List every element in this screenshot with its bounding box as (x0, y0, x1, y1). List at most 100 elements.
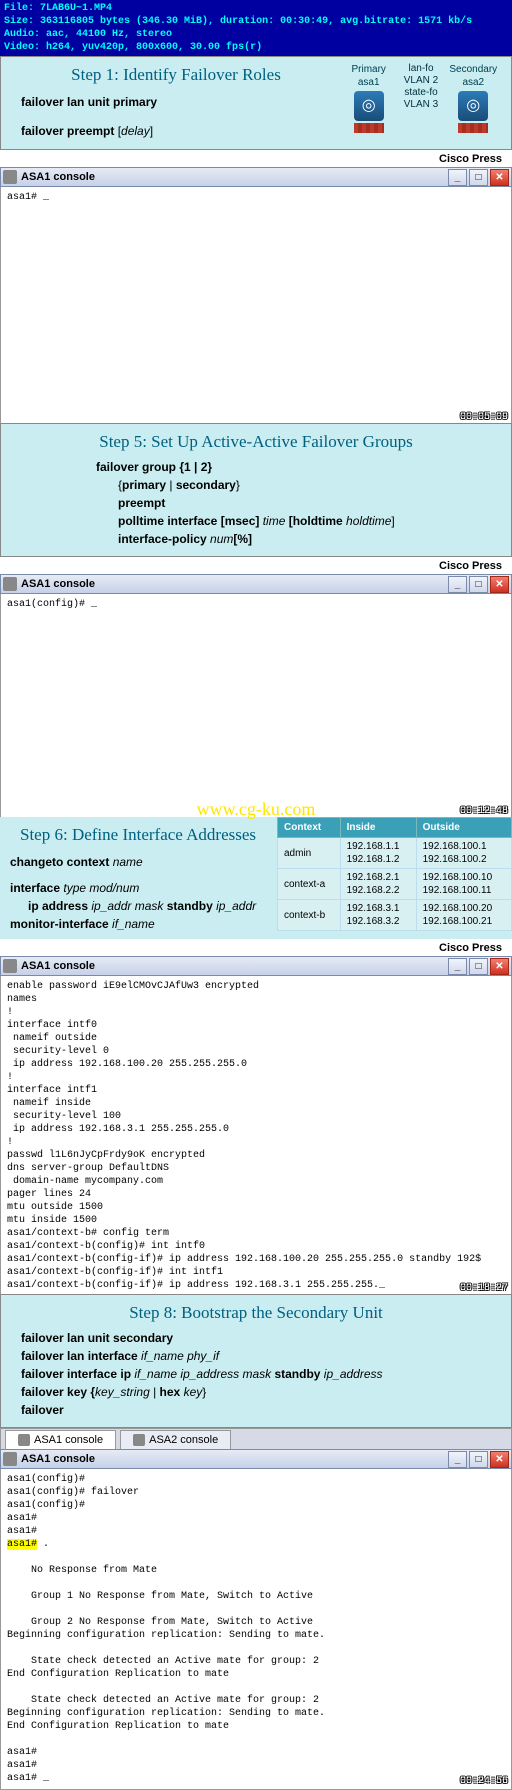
cisco-press-label: Cisco Press (0, 150, 512, 167)
primary-device: Primary asa1 ◎ (341, 63, 396, 135)
cell: context-b (278, 900, 341, 931)
asa1-icon: ◎ (354, 91, 384, 121)
cell: 192.168.2.1 192.168.2.2 (340, 869, 416, 900)
arg-time: time (259, 514, 288, 528)
cell: context-a (278, 869, 341, 900)
lanfo-label: lan-fo (399, 63, 443, 75)
cmd-failover-interface-ip: failover interface ip (21, 1367, 131, 1381)
step5-slide: Step 5: Set Up Active-Active Failover Gr… (0, 423, 512, 557)
tab-asa2-console[interactable]: ASA2 console (120, 1430, 231, 1449)
vlan-labels: lan-fo VLAN 2 state-fo VLAN 3 (399, 63, 443, 111)
minimize-button[interactable]: _ (448, 576, 467, 593)
cmd-standby: standby (271, 1367, 320, 1381)
console3-titlebar[interactable]: ASA1 console _ □ ✕ (0, 956, 512, 976)
arg-delay: delay (121, 124, 150, 138)
cmd-changeto: changeto context (10, 855, 109, 869)
console2-body[interactable]: asa1(config)# _ (0, 594, 512, 823)
audio-value: aac, 44100 Hz, stereo (46, 29, 172, 40)
console4-part-a: asa1(config)# asa1(config)# failover asa… (7, 1474, 139, 1537)
cell: 192.168.100.10 192.168.100.11 (416, 869, 511, 900)
console2-titlebar[interactable]: ASA1 console _ □ ✕ (0, 574, 512, 594)
arg-ifname-phyif: if_name phy_if (138, 1349, 219, 1363)
size-label: Size: (4, 16, 34, 27)
cell: admin (278, 838, 341, 869)
console1-titlebar[interactable]: ASA1 console _ □ ✕ (0, 167, 512, 187)
arg-ipaddr2: ip_addr (213, 899, 256, 913)
console3-title: ASA1 console (21, 960, 446, 972)
step8-slide: Step 8: Bootstrap the Secondary Unit fai… (0, 1294, 512, 1428)
cmd-failover-group: failover group {1 | 2} (96, 460, 212, 474)
console4-title: ASA1 console (21, 1453, 446, 1465)
tab-asa1-console[interactable]: ASA1 console (5, 1430, 116, 1449)
window-icon (3, 170, 17, 184)
maximize-button[interactable]: □ (469, 576, 488, 593)
bracket: ] (150, 124, 153, 138)
arg-key: key (180, 1385, 202, 1399)
minimize-button[interactable]: _ (448, 1451, 467, 1468)
cell: 192.168.100.20 192.168.100.21 (416, 900, 511, 931)
arg-ip2: ip_address (320, 1367, 382, 1381)
close-button[interactable]: ✕ (490, 958, 509, 975)
console1-title: ASA1 console (21, 171, 446, 183)
arg-name: name (109, 855, 142, 869)
maximize-button[interactable]: □ (469, 1451, 488, 1468)
cmd-holdtime: [holdtime (289, 514, 343, 528)
asa1-label: asa1 (341, 76, 396, 89)
vlan3-label: VLAN 3 (399, 99, 443, 111)
pct: [%] (233, 532, 252, 546)
file-value: 7LAB6U~1.MP4 (40, 3, 112, 14)
cmd-monitor-interface: monitor-interface (10, 917, 109, 931)
close-button[interactable]: ✕ (490, 169, 509, 186)
brace: } (202, 1385, 206, 1399)
table-row: admin192.168.1.1 192.168.1.2192.168.100.… (278, 838, 512, 869)
tab-icon (18, 1434, 30, 1446)
video-value: h264, yuv420p, 800x600, 30.00 fps(r) (46, 42, 262, 53)
table-row: context-a192.168.2.1 192.168.2.2192.168.… (278, 869, 512, 900)
cisco-press-label: Cisco Press (0, 557, 512, 574)
tab-label: ASA1 console (34, 1434, 103, 1446)
th-outside: Outside (416, 818, 511, 838)
console4-part-b: . No Response from Mate Group 1 No Respo… (7, 1539, 325, 1784)
console-tabbar: ASA1 console ASA2 console (0, 1428, 512, 1449)
cmd-standby: standby (163, 899, 212, 913)
audio-label: Audio: (4, 29, 40, 40)
minimize-button[interactable]: _ (448, 958, 467, 975)
cmd-primary: primary (122, 478, 169, 492)
cmd-failover-lan-unit: failover lan unit secondary (21, 1331, 173, 1345)
cell: 192.168.100.1 192.168.100.2 (416, 838, 511, 869)
close-button[interactable]: ✕ (490, 1451, 509, 1468)
console2-title: ASA1 console (21, 578, 446, 590)
arg-num: num (207, 532, 234, 546)
arg-holdtime: holdtime (343, 514, 392, 528)
console4-titlebar[interactable]: ASA1 console _ □ ✕ (0, 1449, 512, 1469)
secondary-label: Secondary (446, 63, 501, 76)
cisco-press-label: Cisco Press (0, 939, 512, 956)
maximize-button[interactable]: □ (469, 169, 488, 186)
window-icon (3, 1452, 17, 1466)
minimize-button[interactable]: _ (448, 169, 467, 186)
step5-title: Step 5: Set Up Active-Active Failover Gr… (11, 432, 501, 452)
step8-title: Step 8: Bootstrap the Secondary Unit (11, 1303, 501, 1323)
failover-diagram: Primary asa1 ◎ lan-fo VLAN 2 state-fo VL… (341, 63, 501, 135)
arg-ip: if_name ip_address mask (131, 1367, 271, 1381)
console3-body[interactable]: enable password iE9elCMOvCJAfUw3 encrypt… (0, 976, 512, 1297)
cell: 192.168.3.1 192.168.3.2 (340, 900, 416, 931)
step6-slide: Step 6: Define Interface Addresses chang… (0, 817, 512, 939)
console4-body[interactable]: asa1(config)# asa1(config)# failover asa… (0, 1469, 512, 1790)
secondary-device: Secondary asa2 ◎ (446, 63, 501, 135)
maximize-button[interactable]: □ (469, 958, 488, 975)
th-inside: Inside (340, 818, 416, 838)
asa2-label: asa2 (446, 76, 501, 89)
sep: | (150, 1385, 160, 1399)
th-context: Context (278, 818, 341, 838)
tab-icon (133, 1434, 145, 1446)
console1-body[interactable]: asa1# _ (0, 187, 512, 426)
statefo-label: state-fo (399, 87, 443, 99)
close-button[interactable]: ✕ (490, 576, 509, 593)
cmd-failover-lan-interface: failover lan interface (21, 1349, 138, 1363)
cmd-failover-unit: failover lan unit primary (21, 95, 157, 109)
firewall-icon (354, 123, 384, 133)
arg-ipaddr: ip_addr mask (88, 899, 163, 913)
table-row: context-b192.168.3.1 192.168.3.2192.168.… (278, 900, 512, 931)
cmd-failover-preempt: failover preempt (21, 124, 114, 138)
